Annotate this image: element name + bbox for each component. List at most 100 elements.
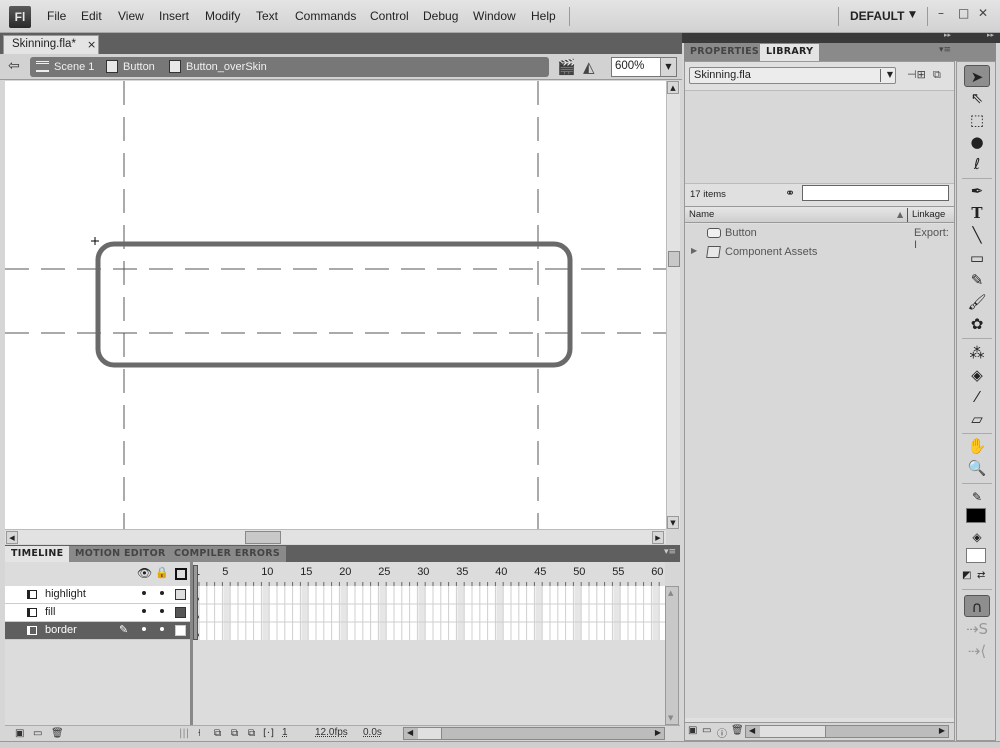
zoom-tool-icon[interactable]: 🔍 [964, 457, 990, 479]
scroll-up-icon[interactable]: ▲ [668, 589, 673, 597]
layer-row-highlight[interactable]: highlight [5, 586, 190, 604]
resize-handle-icon[interactable]: ||| [179, 728, 189, 739]
scroll-down-icon[interactable]: ▼ [668, 714, 673, 722]
library-item-component-assets[interactable]: ▶ Component Assets [685, 243, 954, 262]
timeline-horizontal-scrollbar[interactable]: ◀ ▶ [403, 727, 665, 740]
delete-icon[interactable]: 🗑 [731, 725, 744, 736]
menu-commands[interactable]: Commands [295, 9, 356, 23]
brush-tool-icon[interactable]: 🖌 [964, 291, 990, 313]
rectangle-tool-icon[interactable]: ▭ [964, 247, 990, 269]
breadcrumb-button[interactable]: Button [123, 61, 155, 73]
hand-tool-icon[interactable]: ✋ [964, 435, 990, 457]
stroke-color-swatch[interactable] [966, 508, 986, 523]
lasso-tool-icon[interactable]: ℓ [964, 153, 990, 175]
bone-tool-icon[interactable]: ⁂ [964, 342, 990, 364]
subselection-tool-icon[interactable]: ⇖ [964, 87, 990, 109]
zoom-select[interactable]: 600% ▼ [611, 57, 677, 77]
edit-symbols-icon[interactable]: ◭ [583, 58, 595, 76]
visibility-dot[interactable] [142, 591, 146, 595]
eraser-tool-icon[interactable]: ▱ [964, 408, 990, 430]
tab-properties[interactable]: PROPERTIES [684, 44, 766, 61]
timeline-vertical-scrollbar[interactable]: ▲ ▼ [665, 586, 679, 725]
lock-icon[interactable]: 🔒 [155, 566, 169, 579]
modify-onion-markers-icon[interactable]: [·] [263, 728, 274, 739]
close-window-button[interactable]: ✕ [978, 6, 988, 20]
frame-rate[interactable]: 12.0fps [315, 727, 348, 738]
column-separator[interactable] [907, 208, 908, 222]
menu-edit[interactable]: Edit [81, 9, 102, 23]
menu-help[interactable]: Help [531, 9, 556, 23]
new-symbol-icon[interactable]: ▣ [688, 725, 697, 736]
menu-file[interactable]: File [47, 9, 66, 23]
deco-tool-icon[interactable]: ✿ [964, 313, 990, 335]
smooth-icon[interactable]: ⇢S [964, 618, 990, 640]
scroll-left-icon[interactable]: ◀ [407, 728, 413, 737]
sort-ascending-icon[interactable]: ▲ [897, 210, 903, 219]
stage-vertical-scroll-thumb[interactable] [668, 251, 680, 267]
layer-row-fill[interactable]: fill [5, 604, 190, 622]
straighten-icon[interactable]: ⇢⟨ [964, 640, 990, 662]
lock-dot[interactable] [160, 591, 164, 595]
swap-colors-icon[interactable]: ⇄ [977, 570, 985, 581]
default-colors-icon[interactable]: ◩ [962, 570, 971, 581]
fill-color-swatch[interactable] [966, 548, 986, 563]
menu-text[interactable]: Text [256, 9, 278, 23]
line-tool-icon[interactable]: ╲ [964, 224, 990, 246]
library-search-input[interactable] [802, 185, 949, 201]
layer-outline-swatch[interactable] [175, 589, 186, 600]
menu-insert[interactable]: Insert [159, 9, 189, 23]
timeline-scroll-thumb[interactable] [418, 728, 442, 739]
breadcrumb-overskin[interactable]: Button_overSkin [186, 61, 267, 73]
back-arrow-icon[interactable]: ⇦ [8, 58, 20, 74]
scroll-left-icon[interactable]: ◀ [749, 726, 755, 735]
new-folder-icon[interactable]: ▭ [33, 728, 42, 739]
scroll-right-icon[interactable]: ▶ [652, 531, 664, 544]
lock-dot[interactable] [160, 627, 164, 631]
scroll-right-icon[interactable]: ▶ [655, 728, 661, 737]
tab-compiler-errors[interactable]: COMPILER ERRORS [168, 546, 287, 562]
layer-row-border[interactable]: border ✎ [5, 622, 190, 640]
chevron-down-icon[interactable]: ▼ [887, 70, 893, 79]
onion-skin-icon[interactable]: ⧉ [214, 728, 221, 739]
playhead[interactable] [193, 565, 198, 640]
collapse-panel-icon[interactable]: ▸▸ [944, 31, 951, 39]
breadcrumb-scene[interactable]: Scene 1 [54, 61, 94, 73]
document-tab[interactable]: Skinning.fla* × [3, 35, 99, 54]
text-tool-icon[interactable]: T [964, 202, 990, 224]
tab-motion-editor[interactable]: MOTION EDITOR [69, 546, 172, 562]
eye-icon[interactable]: 👁 [137, 566, 152, 580]
stage-horizontal-scroll-thumb[interactable] [245, 531, 281, 544]
pen-tool-icon[interactable]: ✒ [964, 180, 990, 202]
chevron-down-icon[interactable]: ▼ [909, 10, 916, 20]
tab-library[interactable]: LIBRARY [760, 44, 820, 61]
library-horizontal-scrollbar[interactable]: ◀ ▶ [745, 725, 949, 738]
library-document-select[interactable]: Skinning.fla ▼ [689, 67, 896, 84]
scroll-right-icon[interactable]: ▶ [939, 726, 945, 735]
new-folder-icon[interactable]: ▭ [702, 725, 711, 736]
lock-dot[interactable] [160, 609, 164, 613]
menu-modify[interactable]: Modify [205, 9, 240, 23]
menu-view[interactable]: View [118, 9, 144, 23]
scroll-up-icon[interactable]: ▲ [667, 81, 679, 94]
close-icon[interactable]: × [87, 38, 96, 51]
maximize-button[interactable]: □ [958, 6, 969, 20]
new-library-panel-icon[interactable]: ⧉ [933, 68, 941, 82]
menu-control[interactable]: Control [370, 9, 409, 23]
frame-ruler[interactable]: 151015202530354045505560 [193, 562, 665, 586]
column-linkage[interactable]: Linkage [912, 209, 945, 220]
stage-canvas[interactable] [5, 81, 666, 529]
3d-rotation-tool-icon[interactable]: ● [964, 131, 990, 153]
panel-menu-icon[interactable]: ▾≡ [939, 45, 951, 55]
onion-skin-outlines-icon[interactable]: ⧉ [231, 728, 238, 739]
edit-multiple-frames-icon[interactable]: ⧉ [248, 728, 255, 739]
minimize-button[interactable]: – [938, 6, 944, 20]
properties-icon[interactable]: ⓘ [717, 725, 727, 740]
visibility-dot[interactable] [142, 627, 146, 631]
menu-window[interactable]: Window [473, 9, 516, 23]
layer-outline-swatch[interactable] [175, 607, 186, 618]
selection-tool-icon[interactable]: ➤ [964, 65, 990, 87]
stage-vertical-scrollbar[interactable]: ▲ ▼ [666, 81, 680, 529]
library-scroll-thumb[interactable] [760, 726, 826, 737]
frame-grid[interactable] [193, 586, 665, 640]
edit-scene-icon[interactable]: 🎬 [557, 58, 576, 76]
